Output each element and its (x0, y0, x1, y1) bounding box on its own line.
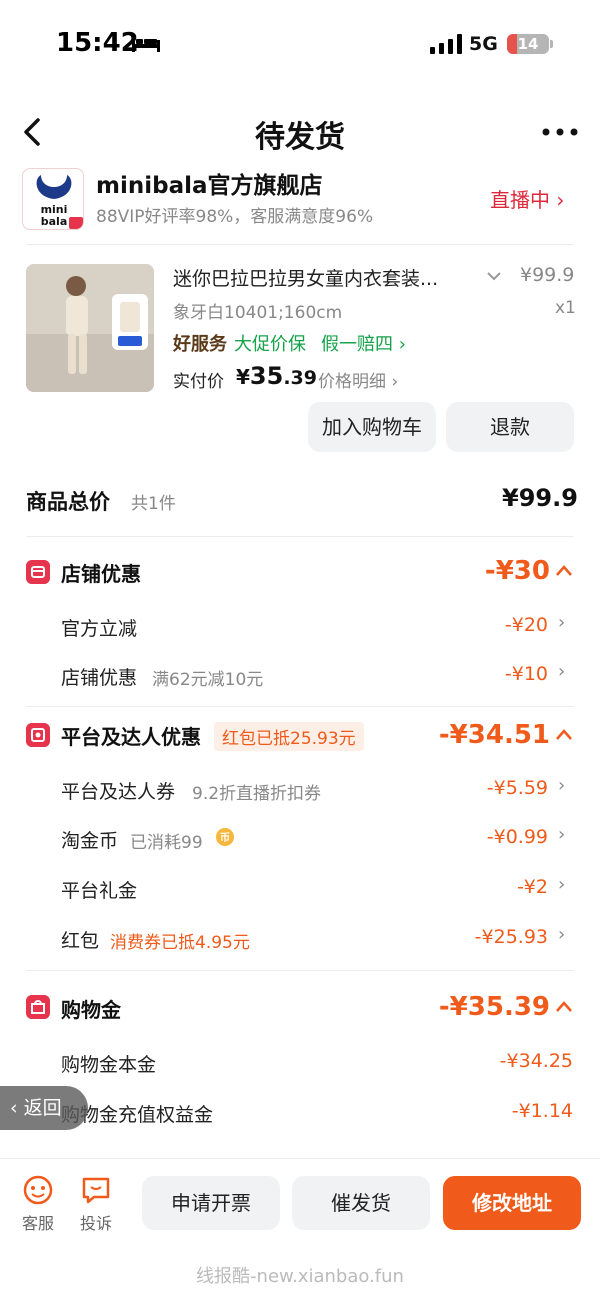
platform-discount-amount[interactable]: -¥34.51 (439, 720, 550, 750)
row-amount[interactable]: -¥20 (505, 614, 548, 636)
signal-icon (430, 34, 462, 54)
divider (26, 970, 574, 971)
status-time: 15:42 (56, 28, 139, 58)
complaint-icon[interactable] (80, 1174, 112, 1206)
platform-discount-title: 平台及达人优惠 (61, 725, 201, 749)
product-title[interactable]: 迷你巴拉巴拉男女童内衣套装... (173, 264, 438, 291)
divider (26, 244, 574, 245)
paid-price-label: 实付价 (173, 372, 224, 392)
back-arrow-icon[interactable] (18, 116, 48, 148)
minibala-logo-icon: mini bala (36, 175, 83, 229)
battery-icon: 14 (507, 34, 549, 54)
more-options-icon[interactable] (540, 120, 580, 144)
svg-text:币: 币 (220, 832, 230, 844)
back-overlay-button[interactable]: ‹ 返回 (0, 1086, 88, 1130)
row-sub: 消费券已抵4.95元 (110, 933, 250, 953)
row-label: 平台礼金 (61, 880, 138, 902)
fake-compensation-tag[interactable]: 假一赔四 › (321, 330, 406, 356)
row-sub: 9.2折直播折扣券 (192, 784, 322, 804)
product-image[interactable] (26, 264, 154, 392)
chevron-right-icon: › (556, 188, 565, 212)
paid-price: ¥35.39 (236, 362, 317, 390)
urge-shipping-button[interactable]: 催发货 (292, 1176, 430, 1230)
row-amount[interactable]: -¥2 (517, 876, 548, 898)
shopping-gold-title: 购物金 (61, 998, 121, 1022)
row-label: 红包 (61, 930, 100, 952)
sleep-mode-icon (132, 36, 160, 52)
chevron-right-icon[interactable]: › (558, 874, 565, 895)
price-protect-tag: 大促价保 (234, 334, 306, 355)
product-spec: 象牙白10401;160cm (173, 303, 343, 323)
live-streaming-link[interactable]: 直播中 › (490, 184, 564, 213)
product-price: ¥99.9 (520, 264, 575, 286)
row-amount[interactable]: -¥10 (505, 663, 548, 685)
row-amount[interactable]: -¥0.99 (487, 826, 548, 848)
add-to-cart-button[interactable]: 加入购物车 (308, 402, 436, 452)
shop-icon (26, 560, 50, 584)
chevron-left-icon: ‹ (10, 1097, 18, 1119)
chevron-right-icon[interactable]: › (558, 824, 565, 845)
store-stats: 88VIP好评率98%，客服满意度96% (96, 207, 374, 227)
taojinbi-coin-icon: 币 (216, 828, 234, 846)
battery-cap (550, 40, 553, 48)
chevron-right-icon[interactable]: › (558, 612, 565, 633)
network-type: 5G (469, 33, 498, 55)
divider (26, 706, 574, 707)
complaint-label[interactable]: 投诉 (80, 1210, 112, 1234)
chevron-right-icon: › (391, 372, 399, 392)
red-packet-icon (26, 723, 50, 747)
customer-service-label[interactable]: 客服 (22, 1210, 54, 1234)
row-amount[interactable]: -¥5.59 (487, 777, 548, 799)
row-label: 店铺优惠 (61, 667, 138, 689)
row-sub: 满62元减10元 (152, 670, 264, 690)
total-label: 商品总价 (26, 490, 110, 514)
page-title: 待发货 (255, 120, 345, 155)
chevron-right-icon: › (398, 334, 406, 355)
row-amount: -¥34.25 (499, 1050, 573, 1072)
divider (26, 536, 574, 537)
shop-discount-title: 店铺优惠 (61, 562, 141, 586)
row-sub: 已消耗99 (130, 833, 203, 853)
shopping-gold-icon (26, 995, 50, 1019)
row-label: 官方立减 (61, 618, 138, 640)
red-packet-badge: 红包已抵25.93元 (214, 722, 364, 751)
good-service-tag: 好服务 (173, 334, 227, 355)
total-count: 共1件 (131, 494, 176, 514)
row-amount[interactable]: -¥25.93 (475, 926, 548, 948)
row-label: 购物金本金 (61, 1054, 157, 1076)
change-address-button[interactable]: 修改地址 (443, 1176, 581, 1230)
store-name[interactable]: minibala官方旗舰店 (96, 166, 323, 200)
chevron-right-icon[interactable]: › (558, 661, 565, 682)
watermark: 线报酷-new.xianbao.fun (196, 1266, 404, 1287)
refund-button[interactable]: 退款 (446, 402, 574, 452)
shopping-gold-amount[interactable]: -¥35.39 (439, 992, 550, 1022)
product-photo-icon (26, 264, 154, 392)
row-label: 淘金币 (61, 830, 119, 852)
chevron-right-icon[interactable]: › (558, 775, 565, 796)
apply-invoice-button[interactable]: 申请开票 (142, 1176, 280, 1230)
chevron-up-icon[interactable] (555, 728, 573, 742)
chevron-right-icon[interactable]: › (558, 924, 565, 945)
svg-text:bala: bala (41, 215, 68, 228)
store-logo[interactable]: mini bala (22, 168, 84, 230)
customer-service-icon[interactable] (22, 1174, 54, 1206)
product-quantity: x1 (555, 298, 576, 318)
row-amount: -¥1.14 (511, 1100, 573, 1122)
total-value: ¥99.9 (502, 484, 578, 512)
shop-discount-amount[interactable]: -¥30 (485, 556, 550, 586)
price-detail-link[interactable]: 价格明细 › (318, 367, 398, 392)
chevron-up-icon[interactable] (555, 1000, 573, 1014)
chevron-up-icon[interactable] (555, 564, 573, 578)
chevron-down-icon[interactable] (486, 270, 502, 282)
row-label: 平台及达人券 (61, 781, 176, 803)
